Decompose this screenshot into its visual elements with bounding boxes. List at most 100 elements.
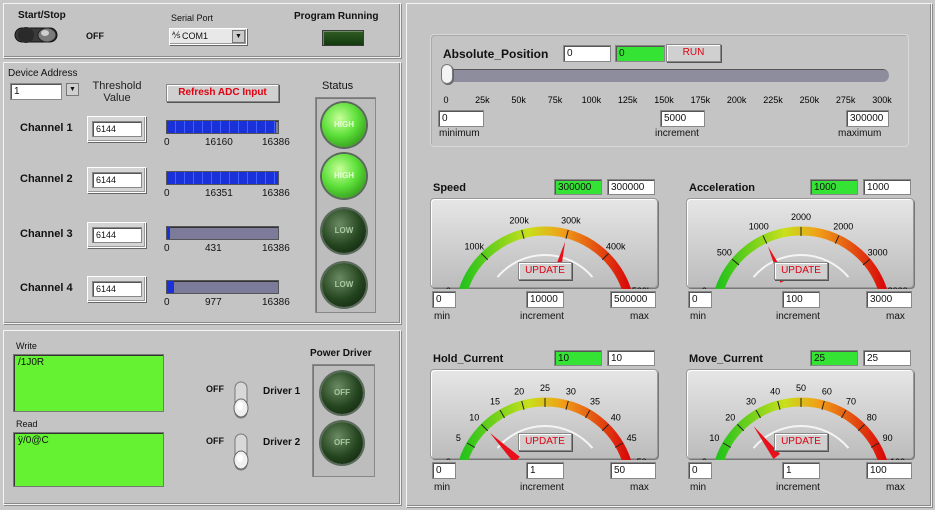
gauge-max-value: 3000 [870,294,893,305]
gauge-control-input[interactable]: 25 [863,350,911,366]
gauge-increment-label: increment [520,311,564,322]
gauge-min-value: 0 [692,294,698,305]
refresh-adc-button[interactable]: Refresh ADC Input [166,84,279,102]
minimum-label: minimum [439,128,480,139]
driver2-toggle[interactable] [231,432,251,472]
gauge-scale-label: 30 [746,396,756,406]
gauge-scale-label: 1000 [749,221,769,231]
gauge-max-input[interactable]: 50 [610,462,656,479]
gauge-color-band [457,397,633,467]
position-slider[interactable] [441,64,889,84]
threshold-input[interactable]: 6144 [92,227,142,243]
position-scale-tick: 200k [727,95,747,105]
gauge-indicator: 10 [554,350,602,366]
position-scale-tick: 275k [836,95,856,105]
write-value: /1J0R [18,357,45,368]
gauge-increment-input[interactable]: 1 [782,462,820,479]
bar-value-label: 977 [205,297,222,308]
gauge-max-value: 500000 [614,294,648,305]
gauge-min-input[interactable]: 0 [688,291,712,308]
gauge-max-input[interactable]: 3000 [866,291,912,308]
increment-input[interactable]: 5000 [660,110,705,127]
gauge-increment-input[interactable]: 100 [782,291,820,308]
channel-label: Channel 3 [20,228,73,240]
threshold-input[interactable]: 6144 [92,172,142,188]
threshold-input[interactable]: 6144 [92,121,142,137]
minimum-input[interactable]: 0 [438,110,484,127]
gauge-control-value: 300000 [611,182,645,193]
program-running-label: Program Running [294,11,379,22]
gauge-scale-label: 0 [446,286,451,289]
update-button[interactable]: UPDATE [774,262,828,280]
position-value1: 0 [567,48,573,59]
device-address-input[interactable]: 1 [10,83,62,100]
minimum-value: 0 [442,113,448,124]
channel-label: Channel 1 [20,122,73,134]
gauge-increment-label: increment [520,482,564,493]
gauge-max-input[interactable]: 500000 [610,291,656,308]
gauge-scale-label: 90 [883,433,893,443]
gauge-color-band [713,226,889,296]
gauge-scale-label: 30 [566,386,576,396]
gauge-min-input[interactable]: 0 [688,462,712,479]
driver2-state: OFF [206,436,224,446]
gauge-increment-input[interactable]: 10000 [526,291,564,308]
bar-max-label: 16386 [262,243,290,254]
gauge-max-label: max [886,311,905,322]
position-scale-tick: 75k [548,95,563,105]
device-address-dropdown-icon[interactable]: ▼ [66,83,79,96]
gauge-max-value: 50 [614,465,626,476]
chevron-down-icon[interactable]: ▼ [232,30,245,43]
gauge-indicator: 300000 [554,179,602,195]
position-scale-tick: 50k [511,95,526,105]
position-scale-tick: 175k [691,95,711,105]
gauge-scale-label: 10 [709,433,719,443]
position-value2: 0 [619,48,625,59]
channel-status-led: LOW [322,263,366,307]
gauge-max-label: max [630,482,649,493]
toggle-switch-icon [14,27,58,43]
power-driver-label: Power Driver [310,348,372,359]
gauge-scale-label: 200k [509,215,529,225]
gauge-increment-input[interactable]: 1 [526,462,564,479]
update-button[interactable]: UPDATE [518,262,572,280]
maximum-input[interactable]: 300000 [846,110,889,127]
run-button[interactable]: RUN [666,44,721,62]
gauge-control-input[interactable]: 10 [607,350,655,366]
slider-thumb[interactable] [441,64,453,84]
position-value-input[interactable]: 0 [563,45,611,62]
serial-port-select[interactable]: ⅍ COM1 ▼ [169,28,247,45]
gauge-scale-label: 3000 [888,286,908,289]
threshold-label: Threshold Value [92,80,142,104]
gauge-control-input[interactable]: 300000 [607,179,655,195]
threshold-value: 6144 [96,230,117,240]
gauge-max-input[interactable]: 100 [866,462,912,479]
update-button[interactable]: UPDATE [774,433,828,451]
channel-level-fill [167,227,170,239]
position-label: Absolute_Position [443,47,549,61]
update-button[interactable]: UPDATE [518,433,572,451]
maximum-value: 300000 [850,113,884,124]
position-scale-tick: 300k [872,95,892,105]
gauge-scale-label: 50 [796,383,806,393]
channel-status-led: HIGH [322,103,366,147]
threshold-input[interactable]: 6144 [92,281,142,297]
gauge-min-label: min [434,482,451,493]
toggle-switch-icon [233,433,249,471]
gauge-scale-label: 500k [632,286,652,289]
gauge-control-input[interactable]: 1000 [863,179,911,195]
driver1-toggle[interactable] [231,380,251,420]
start-stop-toggle[interactable] [14,25,60,45]
gauge-scale-label: 100 [890,457,905,460]
increment-label: increment [655,128,699,139]
gauge-min-input[interactable]: 0 [432,462,456,479]
gauge-scale-label: 80 [867,412,877,422]
bar-max-label: 16386 [262,137,290,148]
gauge-scale-label: 100k [465,241,485,251]
channel-status-led: LOW [322,209,366,253]
read-label: Read [16,419,38,429]
gauge-min-value: 0 [436,465,442,476]
start-stop-state: OFF [86,31,104,41]
gauge-min-input[interactable]: 0 [432,291,456,308]
position-scale-tick: 150k [654,95,674,105]
